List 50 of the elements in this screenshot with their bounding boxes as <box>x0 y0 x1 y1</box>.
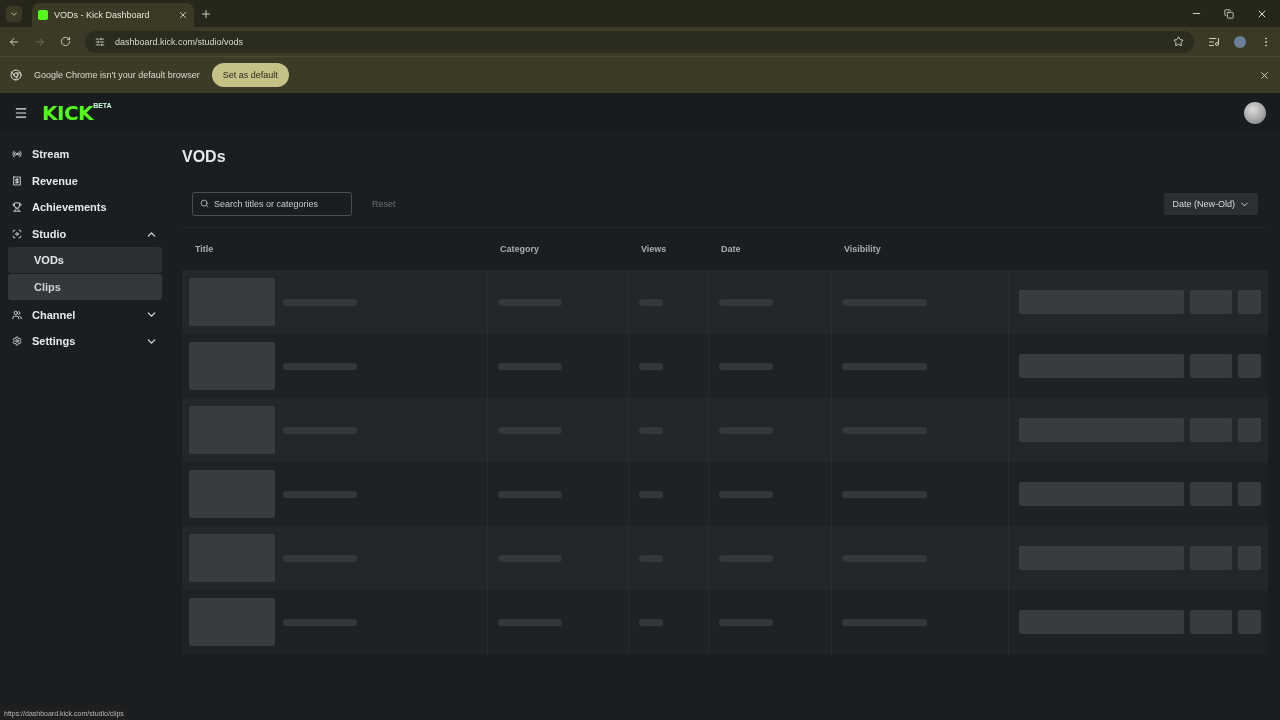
back-icon[interactable] <box>8 35 20 48</box>
sort-dropdown[interactable]: Date (New-Old) <box>1164 193 1258 215</box>
infobar-message: Google Chrome isn't your default browser <box>34 70 200 80</box>
broadcast-icon <box>12 149 22 160</box>
reload-icon[interactable] <box>60 36 71 47</box>
nav-subitem[interactable]: Clips <box>8 274 162 301</box>
bookmark-star-icon[interactable] <box>1173 36 1184 47</box>
tab-title: VODs - Kick Dashboard <box>54 10 151 20</box>
button-placeholder <box>1190 610 1232 634</box>
plus-icon <box>200 8 212 20</box>
search-field[interactable]: Search titles or categories <box>192 192 352 216</box>
nav-item[interactable]: Revenue <box>8 167 162 195</box>
nav-item[interactable]: Studio <box>8 220 162 248</box>
button-placeholder <box>1238 610 1261 634</box>
browser-tab[interactable]: VODs - Kick Dashboard <box>32 3 194 27</box>
close-icon[interactable] <box>178 10 188 20</box>
chevron-icon <box>9 9 19 19</box>
favicon-icon <box>38 10 48 20</box>
receipt-icon <box>12 175 22 186</box>
column-header[interactable]: Category <box>487 244 628 254</box>
media-icon[interactable] <box>1208 35 1220 48</box>
column-header[interactable]: Visibility <box>831 244 1008 254</box>
button-placeholder <box>1190 482 1232 506</box>
settings-icon <box>12 336 22 347</box>
nav-subitem[interactable]: VODs <box>8 247 162 274</box>
users-icon <box>12 309 22 320</box>
site-settings-icon[interactable] <box>95 36 105 47</box>
focus-icon <box>12 229 22 240</box>
column-header[interactable]: Date <box>708 244 831 254</box>
tab-search-button[interactable] <box>6 6 22 22</box>
close-icon[interactable] <box>1259 69 1270 81</box>
column-header[interactable]: Title <box>182 244 487 254</box>
trophy-icon <box>12 202 22 213</box>
search-icon <box>200 199 209 208</box>
menu-icon[interactable] <box>14 106 28 120</box>
nav-item[interactable]: Achievements <box>8 194 162 221</box>
nav-item[interactable]: Stream <box>8 141 162 168</box>
profile-avatar[interactable] <box>1234 35 1246 48</box>
column-header[interactable]: Views <box>628 244 708 254</box>
page-title: VODs <box>182 148 227 166</box>
nav-item[interactable]: Settings <box>8 327 162 355</box>
restore-icon[interactable] <box>1224 8 1234 19</box>
button-placeholder <box>1190 354 1232 378</box>
button-placeholder <box>1238 354 1261 378</box>
address-bar[interactable]: dashboard.kick.com/studio/vods <box>85 30 1194 53</box>
nav-item[interactable]: Channel <box>8 301 162 328</box>
set-default-button[interactable]: Set as default <box>211 63 289 87</box>
button-placeholder <box>1238 482 1261 506</box>
user-avatar[interactable] <box>1244 102 1266 124</box>
chrome-icon <box>10 69 22 81</box>
